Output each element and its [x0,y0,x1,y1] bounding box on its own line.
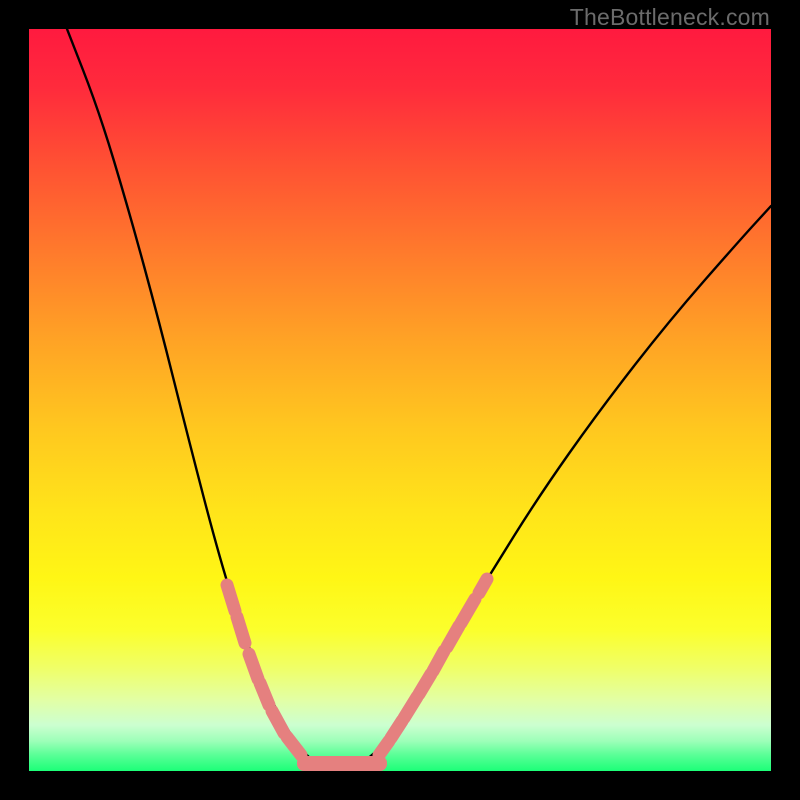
highlight-markers-left [227,585,301,755]
highlight-markers-right [379,579,487,755]
watermark: TheBottleneck.com [570,4,770,31]
highlight-bottom [297,756,387,771]
chart-frame [29,29,771,771]
bottleneck-curve [67,29,771,769]
chart-svg [29,29,771,771]
